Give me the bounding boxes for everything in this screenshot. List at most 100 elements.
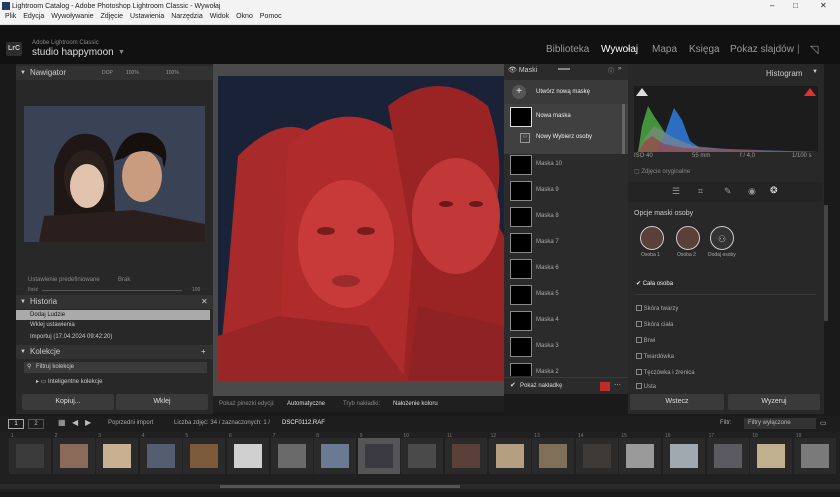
add-collection-icon[interactable]: + [201, 345, 206, 359]
filter-lock-icon[interactable]: ▭ [820, 419, 827, 427]
zoom-fit[interactable]: DOP [102, 66, 113, 80]
menu-wywolywanie[interactable]: Wywoływanie [51, 13, 93, 20]
part-option[interactable]: Twardówka [636, 352, 674, 360]
mask-item[interactable]: Maska 7 [504, 230, 628, 256]
crop-icon[interactable]: ⌗ [698, 186, 703, 197]
overlay-mode-select[interactable]: Nałożenie koloru [393, 401, 438, 407]
part-option[interactable]: Skóra ciała [636, 320, 673, 328]
filmstrip-thumbnail[interactable]: 2 [52, 433, 95, 474]
forward-arrow-icon[interactable]: ▶ [85, 418, 91, 427]
scroll-thumb[interactable] [220, 485, 460, 488]
history-item[interactable]: Dodaj Ludzie [16, 310, 210, 320]
filmstrip-thumbnail[interactable]: 1 [9, 433, 51, 474]
filmstrip-thumbnail[interactable]: 12 [488, 433, 531, 474]
history-header[interactable]: ▼ Historia ✕ [16, 295, 213, 309]
filmstrip-thumbnail[interactable]: 6 [227, 433, 269, 474]
overlay-checkbox[interactable]: ✔ [510, 381, 516, 389]
amount-slider-track[interactable] [42, 290, 182, 291]
filmstrip-thumbnail[interactable]: 5 [183, 433, 226, 474]
minimize-icon[interactable]: – [770, 1, 774, 10]
filmstrip-thumbnail[interactable]: 10 [401, 433, 444, 474]
person-1-avatar[interactable] [640, 226, 664, 250]
menu-ustawienia[interactable]: Ustawienia [130, 13, 164, 20]
navigator-preview[interactable] [24, 106, 205, 242]
zoom-fill[interactable]: 100% [126, 66, 139, 80]
close-icon[interactable]: ✕ [820, 1, 827, 10]
mask-item[interactable]: Maska 6 [504, 256, 628, 282]
menu-widok[interactable]: Widok [210, 13, 229, 20]
right-panel-scrollbar[interactable] [824, 205, 828, 321]
filmstrip-thumbnail[interactable]: 16 [663, 433, 705, 474]
back-arrow-icon[interactable]: ◀ [72, 418, 78, 427]
drag-handle[interactable] [558, 68, 570, 70]
collapse-icon[interactable]: » [618, 66, 621, 72]
mask-item[interactable]: Maska 3 [504, 334, 628, 360]
part-option[interactable]: Tęczówka i źrenica [636, 368, 695, 376]
module-ksiega[interactable]: Księga [689, 44, 720, 55]
mask-item[interactable]: Nowa maska [504, 104, 628, 130]
grid-icon[interactable]: ▦ [58, 418, 66, 427]
filmstrip-thumbnail[interactable]: 9 [357, 433, 400, 474]
original-photo-toggle[interactable]: ▢ Zdjęcie oryginalne [634, 168, 690, 175]
page-2-button[interactable]: 2 [28, 419, 44, 429]
filmstrip-thumbnail[interactable]: 14 [575, 433, 618, 474]
filter-collections-input[interactable]: ⚲ Filtruj kolekcje [24, 362, 207, 373]
menu-zdjecie[interactable]: Zdjęcie [101, 13, 124, 20]
filmstrip-thumbnail[interactable]: 3 [96, 433, 139, 474]
smart-collections[interactable]: ▸ ▭ Inteligentne kolekcje [36, 378, 102, 385]
module-pokaz[interactable]: Pokaz slajdów [730, 44, 794, 55]
navigator-header[interactable]: ▼ Nawigator DOP 100% 100% [16, 66, 213, 80]
module-wywolaj[interactable]: Wywołaj [601, 44, 638, 55]
filmstrip-scrollbar[interactable] [0, 484, 840, 489]
menu-pomoc[interactable]: Pomoc [260, 13, 282, 20]
part-option[interactable]: Brwi [636, 336, 655, 344]
module-biblioteka[interactable]: Biblioteka [546, 44, 589, 55]
history-item[interactable]: Wklej ustawienia [30, 322, 75, 328]
histogram-title[interactable]: Histogram [766, 69, 802, 78]
source-label[interactable]: Poprzedni import [108, 420, 153, 426]
eye-icon[interactable]: 👁 [508, 67, 517, 74]
mask-item[interactable]: Maska 8 [504, 204, 628, 230]
sliders-icon[interactable]: ☰ [672, 186, 680, 197]
filmstrip-thumbnail[interactable]: 8 [314, 433, 357, 474]
mask-item[interactable]: Maska 9 [504, 178, 628, 204]
mask-component[interactable]: ⚇ Nowy Wybierz osoby [504, 128, 628, 154]
create-mask-button[interactable]: + Utwórz nową maskę [504, 80, 628, 106]
help-icon[interactable]: ⓘ [608, 66, 614, 75]
menu-edycja[interactable]: Edycja [23, 13, 44, 20]
mask-item[interactable]: Maska 4 [504, 308, 628, 334]
more-modules-icon[interactable]: ◹ [810, 43, 818, 56]
collapse-histogram-icon[interactable]: ▼ [812, 69, 818, 75]
copy-button[interactable]: Kopiuj... [22, 394, 114, 410]
filmstrip-thumbnail[interactable]: 13 [532, 433, 575, 474]
reset-button[interactable]: Wyzeruj [728, 394, 820, 410]
masking-icon[interactable]: ❂ [770, 185, 778, 196]
paste-button[interactable]: Wklej [116, 394, 208, 410]
menu-plik[interactable]: Plik [5, 13, 16, 20]
pins-select[interactable]: Automatyczne [287, 401, 325, 407]
maximize-icon[interactable]: □ [793, 1, 798, 10]
file-name[interactable]: DSCF0112.RAF [282, 420, 325, 426]
history-item[interactable]: Importuj (17.04.2024 09:42:20) [30, 334, 112, 340]
main-photo[interactable] [218, 76, 504, 381]
filmstrip-thumbnail[interactable]: 17 [706, 433, 749, 474]
filmstrip-thumbnail[interactable]: 19 [793, 433, 836, 474]
mask-item[interactable]: Maska 5 [504, 282, 628, 308]
histogram-graph[interactable] [634, 86, 818, 152]
filmstrip-thumbnail[interactable]: 4 [139, 433, 182, 474]
preset-value[interactable]: Brak [118, 277, 130, 283]
mask-item[interactable]: Maska 10 [504, 152, 628, 178]
clear-history-icon[interactable]: ✕ [201, 295, 208, 309]
whole-person-option[interactable]: ✔ Cała osoba [636, 280, 673, 287]
redeye-icon[interactable]: ◉ [748, 186, 756, 197]
menu-okno[interactable]: Okno [236, 13, 253, 20]
part-option[interactable]: Skóra twarzy [636, 304, 678, 312]
module-mapa[interactable]: Mapa [652, 44, 677, 55]
menu-narzedzia[interactable]: Narzędzia [171, 13, 203, 20]
filmstrip-thumbnail[interactable]: 18 [750, 433, 793, 474]
mask-item[interactable]: Maska 2 [504, 360, 628, 376]
person-2-avatar[interactable] [676, 226, 700, 250]
filmstrip-thumbnail[interactable]: 7 [270, 433, 313, 474]
part-option[interactable]: Usta [636, 382, 656, 390]
masks-scrollbar[interactable] [622, 104, 625, 154]
